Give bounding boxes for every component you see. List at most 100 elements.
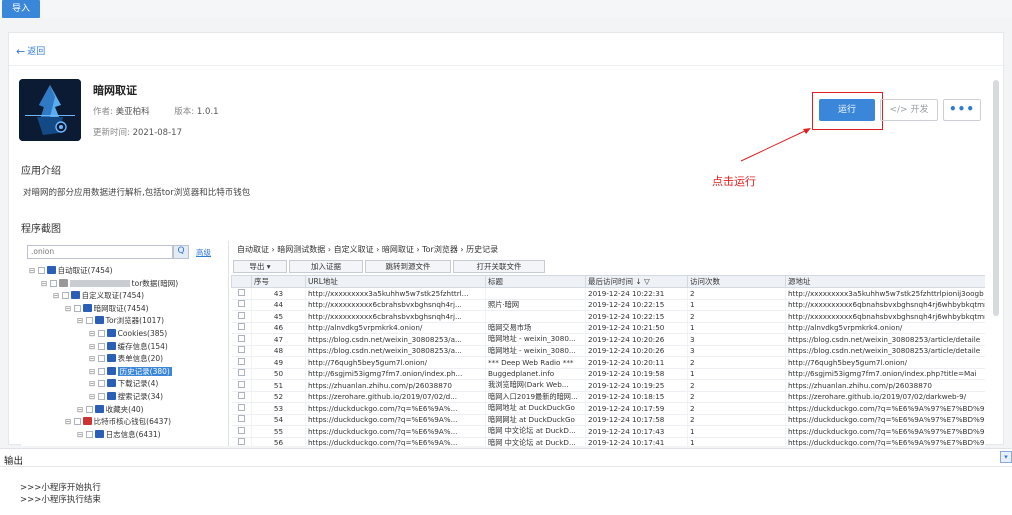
table-row[interactable]: 46 http://alnvdkg5vrpmkrk4.onion/暗网交易市场 20… [231, 322, 985, 334]
expand-toggle-icon[interactable]: ⊟ [41, 279, 50, 288]
develop-button[interactable]: </> 开发 [880, 99, 938, 121]
row-checkbox[interactable] [237, 392, 245, 400]
tree-node[interactable]: ⊟ 搜索记录(34) [89, 391, 163, 403]
row-checkbox[interactable] [237, 300, 245, 308]
row-checkbox-cell[interactable] [231, 356, 252, 369]
row-checkbox[interactable] [237, 323, 245, 331]
row-checkbox-cell[interactable] [231, 425, 252, 438]
row-checkbox[interactable] [237, 415, 245, 423]
expand-toggle-icon[interactable]: ⊟ [77, 316, 86, 325]
node-checkbox[interactable] [49, 279, 57, 287]
expand-toggle-icon[interactable]: ⊟ [89, 379, 98, 388]
column-header[interactable]: 访问次数 [687, 275, 786, 288]
tree-node[interactable]: ⊟ 自动取证(7454) [29, 265, 113, 277]
row-checkbox[interactable] [237, 403, 245, 411]
row-checkbox-cell[interactable] [231, 379, 252, 392]
node-checkbox[interactable] [61, 292, 69, 300]
table-row[interactable]: 43 http://xxxxxxxxx3a5kuhhw5w7stk25fzhttr… [231, 287, 985, 300]
tree-node[interactable]: ⊟ 日志信息(6431) [77, 429, 161, 441]
expand-toggle-icon[interactable]: ⊟ [53, 291, 62, 300]
tree-search-button[interactable]: Q [173, 245, 189, 259]
row-checkbox-cell[interactable] [231, 368, 252, 380]
tree-node[interactable]: ⊟ Cookies(385) [89, 328, 167, 340]
expand-toggle-icon[interactable]: ⊟ [65, 304, 74, 313]
column-header[interactable]: 源地址 [785, 275, 985, 288]
jump-source-button[interactable]: 跳转到源文件 [365, 260, 451, 273]
row-checkbox-cell[interactable] [231, 310, 252, 323]
node-checkbox[interactable] [73, 304, 81, 312]
row-checkbox[interactable] [237, 334, 245, 342]
expand-toggle-icon[interactable]: ⊟ [89, 367, 98, 376]
table-row[interactable]: 51 https://zhuanlan.zhihu.com/p/26038870 我… [231, 379, 985, 392]
column-header[interactable] [231, 275, 252, 288]
table-row[interactable]: 45 http://xxxxxxxxxx6cbrahsbvxbghsnqh4rj.… [231, 310, 985, 323]
expand-toggle-icon[interactable]: ⊟ [77, 430, 86, 439]
row-checkbox[interactable] [237, 346, 245, 354]
column-header[interactable]: 序号 [251, 275, 306, 288]
tree-node[interactable]: ⊟ 收藏夹(40) [77, 404, 144, 416]
table-row[interactable]: 49 http://76qugh5bey5gum7l.onion/*** Deep… [231, 356, 985, 369]
row-checkbox[interactable] [237, 288, 245, 296]
node-checkbox[interactable] [97, 330, 105, 337]
page-scrollbar[interactable] [993, 80, 999, 316]
more-button[interactable]: ••• [943, 99, 981, 121]
node-checkbox[interactable] [97, 342, 105, 350]
row-checkbox-cell[interactable] [231, 287, 252, 300]
node-checkbox[interactable] [97, 355, 105, 363]
table-row[interactable]: 50 http://6sgjmi53igmg7fm7.onion/index.ph… [231, 368, 985, 380]
back-link[interactable]: ← 返回 [16, 44, 45, 58]
tree-node[interactable]: ⊟ 暗网取证(7454) [65, 303, 149, 315]
row-checkbox-cell[interactable] [231, 333, 252, 346]
expand-toggle-icon[interactable]: ⊟ [89, 354, 98, 363]
table-row[interactable]: 54 https://duckduckgo.com/?q=%E6%9A%... 暗网… [231, 414, 985, 426]
table-row[interactable]: 56 https://duckduckgo.com/?q=%E6%9A%... 暗网… [231, 437, 985, 446]
open-related-button[interactable]: 打开关联文件 [453, 260, 545, 273]
node-checkbox[interactable] [85, 405, 93, 413]
column-header[interactable]: 最后访问时间 ↓ ▽ [585, 275, 688, 288]
tree-node[interactable]: ⊟ tor数据(暗网) [41, 278, 178, 290]
table-row[interactable]: 53 https://duckduckgo.com/?q=%E6%9A%... 暗网… [231, 402, 985, 415]
row-checkbox[interactable] [237, 426, 245, 434]
row-checkbox[interactable] [237, 369, 245, 377]
row-checkbox[interactable] [237, 357, 245, 365]
table-row[interactable]: 55 https://duckduckgo.com/?q=%E6%9A%... 暗网… [231, 425, 985, 438]
collapse-output-button[interactable]: ▾ [1000, 451, 1012, 463]
row-checkbox-cell[interactable] [231, 322, 252, 334]
row-checkbox[interactable] [237, 380, 245, 388]
node-checkbox[interactable] [97, 380, 105, 388]
node-checkbox[interactable] [97, 393, 105, 400]
row-checkbox-cell[interactable] [231, 414, 252, 426]
row-checkbox-cell[interactable] [231, 402, 252, 415]
expand-toggle-icon[interactable]: ⊟ [29, 266, 38, 275]
advanced-search-link[interactable]: 高级 [196, 247, 211, 258]
expand-toggle-icon[interactable]: ⊟ [89, 329, 98, 338]
add-evidence-button[interactable]: 加入证据 [289, 260, 363, 273]
table-row[interactable]: 44 http://xxxxxxxxxx6cbrahsbvxbghsnqh4rj.… [231, 299, 985, 311]
expand-toggle-icon[interactable]: ⊟ [77, 405, 86, 414]
column-header[interactable]: URL地址 [305, 275, 486, 288]
import-button[interactable]: 导入 [2, 0, 40, 18]
tree-node[interactable]: ⊟ 下载记录(4) [89, 378, 158, 390]
row-checkbox[interactable] [237, 438, 245, 446]
export-button[interactable]: 导出 ▾ [233, 260, 287, 273]
tree-node[interactable]: ⊟ Tor浏览器(1017) [77, 315, 164, 327]
row-checkbox-cell[interactable] [231, 437, 252, 446]
table-row[interactable]: 47 https://blog.csdn.net/weixin_30808253/… [231, 333, 985, 346]
tree-node[interactable]: ⊟ 历史记录(380) [89, 366, 172, 378]
node-checkbox[interactable] [85, 430, 93, 438]
table-row[interactable]: 52 https://zerohare.github.io/2019/07/02/… [231, 391, 985, 403]
expand-toggle-icon[interactable]: ⊟ [89, 342, 98, 351]
tree-search-input[interactable]: .onion [27, 245, 173, 259]
node-checkbox[interactable] [73, 418, 81, 426]
tree-node[interactable]: ⊟ 缓存信息(154) [89, 341, 168, 353]
run-button[interactable]: 运行 [819, 99, 875, 121]
row-checkbox[interactable] [237, 311, 245, 319]
row-checkbox-cell[interactable] [231, 391, 252, 403]
table-row[interactable]: 48 https://blog.csdn.net/weixin_30808253/… [231, 345, 985, 357]
node-checkbox[interactable] [37, 267, 45, 274]
column-header[interactable]: 标题 [485, 275, 586, 288]
row-checkbox-cell[interactable] [231, 299, 252, 311]
row-checkbox-cell[interactable] [231, 345, 252, 357]
expand-toggle-icon[interactable]: ⊟ [65, 417, 74, 426]
expand-toggle-icon[interactable]: ⊟ [89, 392, 98, 401]
